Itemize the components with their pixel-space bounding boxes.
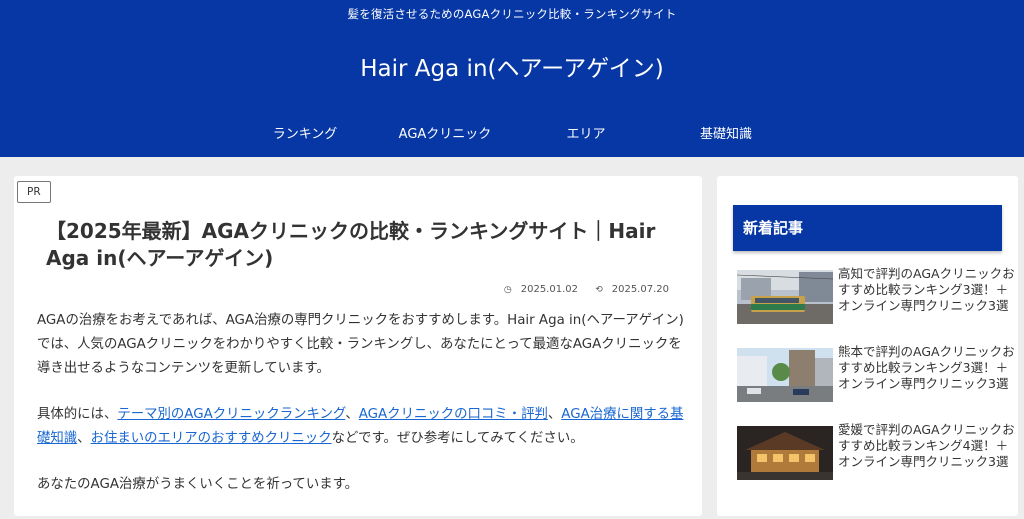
- page-title: 【2025年最新】AGAクリニックの比較・ランキングサイト｜Hair Aga i…: [46, 219, 656, 270]
- links-paragraph: 具体的には、テーマ別のAGAクリニックランキング、AGAクリニックの口コミ・評判…: [37, 407, 684, 446]
- main-article: PR 【2025年最新】AGAクリニックの比較・ランキングサイト｜Hair Ag…: [14, 176, 702, 516]
- nav-item-basics[interactable]: 基礎知識: [656, 123, 796, 142]
- closing-paragraph: あなたのAGA治療がうまくいくことを祈っています。: [37, 477, 359, 492]
- post-thumbnail[interactable]: [737, 426, 833, 480]
- link-area-clinics[interactable]: お住まいのエリアのおすすめクリニック: [91, 431, 332, 446]
- pr-badge: PR: [17, 181, 51, 203]
- nav-item-aga-clinic[interactable]: AGAクリニック: [375, 123, 515, 142]
- post-thumbnail[interactable]: [737, 348, 833, 402]
- link-reviews[interactable]: AGAクリニックの口コミ・評判: [359, 407, 548, 422]
- article-body: AGAの治療をお考えであれば、AGA治療の専門クリニックをおすすめします。Hai…: [37, 309, 685, 519]
- nav-item-area[interactable]: エリア: [516, 123, 656, 142]
- updated-date: ⟲ 2025.07.20: [595, 284, 669, 295]
- global-nav: ランキング AGAクリニック エリア 基礎知識: [0, 123, 1024, 143]
- site-header: 髪を復活させるためのAGAクリニック比較・ランキングサイト Hair Aga i…: [0, 0, 1024, 157]
- site-tagline: 髪を復活させるためのAGAクリニック比較・ランキングサイト: [347, 7, 677, 21]
- post-title[interactable]: 熊本で評判のAGAクリニックおすすめ比較ランキング3選！＋オンライン専門クリニッ…: [838, 344, 1018, 392]
- sidebar-post[interactable]: 高知で評判のAGAクリニックおすすめ比較ランキング3選！＋オンライン専門クリニッ…: [737, 266, 1017, 342]
- published-date: ◷ 2025.01.02: [503, 284, 578, 295]
- intro-paragraph: AGAの治療をお考えであれば、AGA治療の専門クリニックをおすすめします。Hai…: [37, 313, 684, 376]
- clock-icon: ◷: [503, 285, 512, 295]
- nav-item-ranking[interactable]: ランキング: [235, 123, 375, 142]
- post-title[interactable]: 高知で評判のAGAクリニックおすすめ比較ランキング3選！＋オンライン専門クリニッ…: [838, 266, 1018, 314]
- post-dates: ◷ 2025.01.02 ⟲ 2025.07.20: [490, 284, 669, 295]
- link-theme-ranking[interactable]: テーマ別のAGAクリニックランキング: [117, 407, 345, 422]
- sidebar-post[interactable]: 熊本で評判のAGAクリニックおすすめ比較ランキング3選！＋オンライン専門クリニッ…: [737, 344, 1017, 420]
- sidebar-heading: 新着記事: [733, 205, 1002, 251]
- sidebar: 新着記事 高知で評判のAGAクリニックおすすめ比較ランキング3選！＋オンライン専…: [717, 176, 1018, 516]
- post-title[interactable]: 愛媛で評判のAGAクリニックおすすめ比較ランキング4選！＋オンライン専門クリニッ…: [838, 422, 1018, 470]
- post-thumbnail[interactable]: [737, 270, 833, 324]
- refresh-icon: ⟲: [595, 285, 603, 295]
- sidebar-post[interactable]: 愛媛で評判のAGAクリニックおすすめ比較ランキング4選！＋オンライン専門クリニッ…: [737, 422, 1017, 498]
- site-title[interactable]: Hair Aga in(ヘアーアゲイン): [0, 49, 1024, 83]
